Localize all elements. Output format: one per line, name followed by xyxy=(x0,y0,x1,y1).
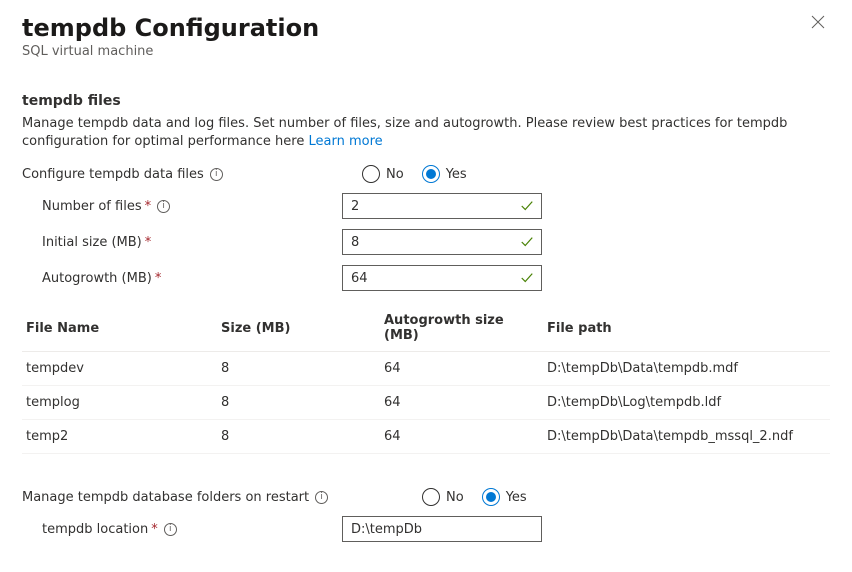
cell-growth: 64 xyxy=(380,420,543,454)
radio-icon xyxy=(362,165,380,183)
cell-size: 8 xyxy=(217,420,380,454)
radio-yes-label: Yes xyxy=(506,490,527,505)
page-title: tempdb Configuration xyxy=(22,14,810,42)
cell-file-name: tempdev xyxy=(22,352,217,386)
manage-folders-label-text: Manage tempdb database folders on restar… xyxy=(22,490,309,505)
manage-folders-yes[interactable]: Yes xyxy=(482,488,527,506)
manage-folders-label: Manage tempdb database folders on restar… xyxy=(22,490,422,505)
cell-file-name: temp2 xyxy=(22,420,217,454)
learn-more-link[interactable]: Learn more xyxy=(308,134,382,149)
section-description: Manage tempdb data and log files. Set nu… xyxy=(22,115,830,151)
radio-icon xyxy=(422,165,440,183)
label-text: Number of files xyxy=(42,199,142,214)
radio-no-label: No xyxy=(386,167,404,182)
label-text: Initial size (MB) xyxy=(42,235,142,250)
radio-icon xyxy=(422,488,440,506)
configure-data-files-label: Configure tempdb data files i xyxy=(22,167,342,182)
configure-data-files-yes[interactable]: Yes xyxy=(422,165,467,183)
required-asterisk: * xyxy=(145,235,152,250)
tempdb-files-table: File Name Size (MB) Autogrowth size (MB)… xyxy=(22,305,830,454)
cell-size: 8 xyxy=(217,352,380,386)
cell-growth: 64 xyxy=(380,386,543,420)
col-header-file-path: File path xyxy=(543,305,830,352)
checkmark-icon xyxy=(520,271,534,285)
page-subtitle: SQL virtual machine xyxy=(22,44,810,59)
cell-file-name: templog xyxy=(22,386,217,420)
table-row: tempdev 8 64 D:\tempDb\Data\tempdb.mdf xyxy=(22,352,830,386)
checkmark-icon xyxy=(520,199,534,213)
tempdb-location-input[interactable] xyxy=(342,516,542,542)
cell-size: 8 xyxy=(217,386,380,420)
number-of-files-input[interactable] xyxy=(342,193,542,219)
col-header-file-name: File Name xyxy=(22,305,217,352)
radio-no-label: No xyxy=(446,490,464,505)
radio-yes-label: Yes xyxy=(446,167,467,182)
manage-folders-no[interactable]: No xyxy=(422,488,464,506)
info-icon[interactable]: i xyxy=(157,200,170,213)
autogrowth-input[interactable] xyxy=(342,265,542,291)
col-header-autogrowth: Autogrowth size (MB) xyxy=(380,305,543,352)
info-icon[interactable]: i xyxy=(164,523,177,536)
initial-size-label: Initial size (MB) * xyxy=(22,235,342,250)
radio-icon xyxy=(482,488,500,506)
configure-data-files-no[interactable]: No xyxy=(362,165,404,183)
number-of-files-label: Number of files * i xyxy=(22,199,342,214)
cell-path: D:\tempDb\Data\tempdb_mssql_2.ndf xyxy=(543,420,830,454)
info-icon[interactable]: i xyxy=(315,491,328,504)
required-asterisk: * xyxy=(145,199,152,214)
autogrowth-label: Autogrowth (MB) * xyxy=(22,271,342,286)
table-row: templog 8 64 D:\tempDb\Log\tempdb.ldf xyxy=(22,386,830,420)
label-text: Autogrowth (MB) xyxy=(42,271,152,286)
label-text: tempdb location xyxy=(42,522,148,537)
info-icon[interactable]: i xyxy=(210,168,223,181)
table-row: temp2 8 64 D:\tempDb\Data\tempdb_mssql_2… xyxy=(22,420,830,454)
close-button[interactable] xyxy=(810,14,830,34)
cell-path: D:\tempDb\Log\tempdb.ldf xyxy=(543,386,830,420)
required-asterisk: * xyxy=(155,271,162,286)
section-heading-tempdb-files: tempdb files xyxy=(22,93,830,109)
required-asterisk: * xyxy=(151,522,158,537)
cell-growth: 64 xyxy=(380,352,543,386)
col-header-size: Size (MB) xyxy=(217,305,380,352)
checkmark-icon xyxy=(520,235,534,249)
tempdb-location-label: tempdb location * i xyxy=(22,522,342,537)
configure-data-files-label-text: Configure tempdb data files xyxy=(22,167,204,182)
description-text: Manage tempdb data and log files. Set nu… xyxy=(22,116,787,149)
table-header-row: File Name Size (MB) Autogrowth size (MB)… xyxy=(22,305,830,352)
cell-path: D:\tempDb\Data\tempdb.mdf xyxy=(543,352,830,386)
close-icon xyxy=(810,14,826,30)
initial-size-input[interactable] xyxy=(342,229,542,255)
